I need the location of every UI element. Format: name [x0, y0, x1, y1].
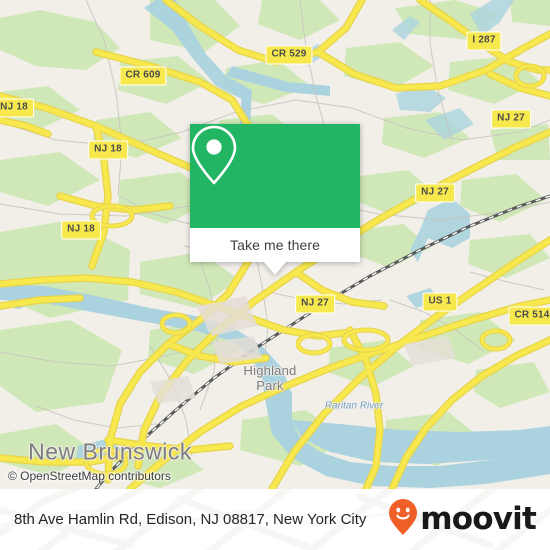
moovit-smiley-pin-icon — [388, 498, 418, 541]
popup-header — [190, 124, 360, 228]
road-shield: US 1 — [422, 292, 458, 312]
place-label-line: Raritan River — [324, 400, 384, 412]
road-shield: NJ 18 — [61, 220, 101, 240]
popup-tail — [264, 262, 286, 275]
place-label-line: New Brunswick — [28, 438, 192, 465]
place-label: Raritan River — [325, 401, 383, 412]
place-label-line: Park — [256, 378, 284, 393]
take-me-there-label: Take me there — [229, 237, 320, 253]
road-shield: NJ 27 — [415, 183, 455, 203]
road-shield: NJ 27 — [295, 294, 335, 314]
place-label: New Brunswick — [28, 439, 192, 466]
footer-address: 8th Ave Hamlin Rd, Edison, NJ 08817, New… — [14, 511, 367, 528]
road-shield: CR 529 — [265, 45, 313, 65]
road-shield: I 287 — [466, 31, 502, 51]
road-shield: NJ 27 — [491, 109, 531, 129]
road-shield: CR 514 — [508, 306, 550, 326]
road-shield: CR 609 — [119, 66, 167, 86]
place-label-line: Highland — [243, 363, 297, 378]
take-me-there-popup[interactable]: Take me there — [190, 124, 360, 275]
road-shield: NJ 18 — [0, 98, 34, 118]
moovit-wordmark: moovit — [420, 501, 537, 537]
place-label: Highland Park — [244, 363, 297, 393]
osm-attribution[interactable]: © OpenStreetMap contributors — [8, 469, 171, 483]
map-canvas[interactable]: CR 529 I 287 CR 609 NJ 27 NJ 18 NJ 18 NJ 27 NJ … — [0, 0, 550, 489]
footer-bar: 8th Ave Hamlin Rd, Edison, NJ 08817, New… — [0, 489, 550, 550]
popup-action-bar[interactable]: Take me there — [190, 228, 360, 262]
map-screenshot: CR 529 I 287 CR 609 NJ 27 NJ 18 NJ 18 NJ 27 NJ … — [0, 0, 550, 550]
moovit-logo[interactable]: moovit — [388, 498, 537, 541]
road-shield: NJ 18 — [88, 140, 128, 160]
